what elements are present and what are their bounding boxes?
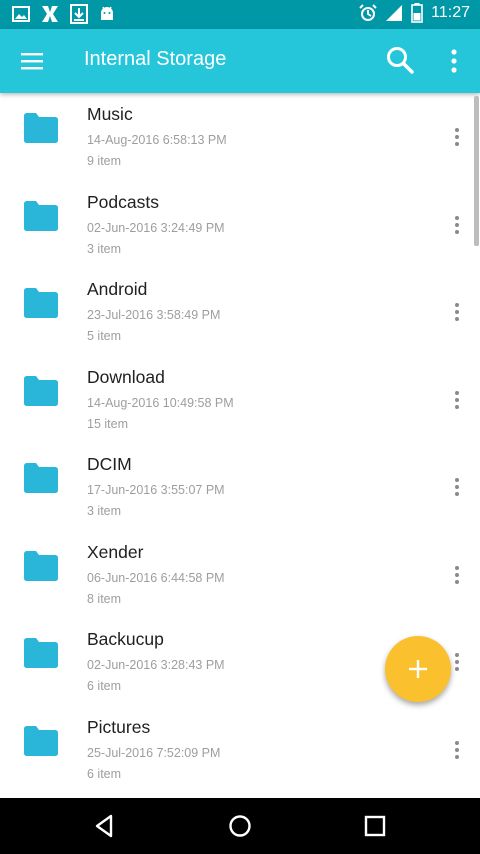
- battery-icon: [411, 3, 423, 23]
- signal-icon: [386, 5, 403, 21]
- more-vert-icon[interactable]: [451, 127, 463, 147]
- folder-name: DCIM: [87, 454, 132, 474]
- folder-date: 02-Jun-2016 3:28:43 PM: [87, 658, 225, 672]
- notification-icons: [12, 4, 116, 24]
- app-bar: Internal Storage: [0, 29, 480, 93]
- list-item-dcim[interactable]: DCIM 17-Jun-2016 3:55:07 PM 3 item: [0, 443, 480, 531]
- status-bar: 11:27: [0, 0, 480, 29]
- folder-item-count: 15 item: [87, 416, 128, 431]
- folder-name: Download: [87, 366, 165, 387]
- alarm-icon: [359, 4, 377, 21]
- android-icon: [101, 6, 113, 20]
- folder-icon: [24, 200, 58, 231]
- more-vert-icon[interactable]: [451, 652, 463, 672]
- folder-date: 02-Jun-2016 3:24:49 PM: [87, 220, 225, 235]
- folder-icon: [24, 288, 58, 318]
- folder-name: Android: [87, 279, 148, 299]
- more-vert-icon[interactable]: [451, 740, 463, 760]
- folder-name: Xender: [87, 541, 144, 562]
- folder-icon: [24, 113, 58, 143]
- add-fab-button[interactable]: [385, 636, 451, 702]
- list-item-music[interactable]: Music 14-Aug-2016 6:58:13 PM 9 item: [0, 93, 480, 181]
- folder-name: Podcasts: [87, 191, 159, 212]
- search-icon[interactable]: [385, 45, 415, 75]
- system-icons: 11:27: [359, 3, 470, 23]
- folder-name: Backucup: [87, 629, 164, 649]
- scrollbar[interactable]: [474, 96, 479, 246]
- folder-item-count: 5 item: [87, 329, 122, 343]
- folder-icon: [24, 550, 58, 581]
- folder-icon: [24, 463, 58, 493]
- folder-icon: [24, 375, 58, 406]
- home-icon[interactable]: [226, 812, 254, 840]
- folder-name: Pictures: [87, 716, 151, 737]
- list-item-android[interactable]: Android 23-Jul-2016 3:58:49 PM 5 item: [0, 268, 480, 356]
- more-vert-icon[interactable]: [451, 215, 463, 235]
- folder-item-count: 8 item: [87, 591, 122, 606]
- more-vert-icon[interactable]: [451, 390, 463, 410]
- image-icon: [12, 6, 30, 22]
- clock-time: 11:27: [431, 4, 470, 21]
- list-item-podcasts[interactable]: Podcasts 02-Jun-2016 3:24:49 PM 3 item: [0, 181, 480, 269]
- recents-icon[interactable]: [361, 812, 389, 840]
- folder-date: 14-Aug-2016 10:49:58 PM: [87, 395, 234, 410]
- folder-icon: [24, 638, 58, 668]
- folder-name: Music: [87, 104, 133, 124]
- hamburger-menu-icon[interactable]: [20, 49, 44, 73]
- download-icon: [70, 4, 88, 24]
- more-vert-icon[interactable]: [451, 302, 463, 322]
- folder-date: 23-Jul-2016 3:58:49 PM: [87, 308, 221, 322]
- back-icon[interactable]: [90, 812, 118, 840]
- folder-date: 17-Jun-2016 3:55:07 PM: [87, 483, 225, 497]
- list-item-download[interactable]: Download 14-Aug-2016 10:49:58 PM 15 item: [0, 356, 480, 444]
- folder-icon: [24, 725, 58, 756]
- more-vert-icon[interactable]: [451, 477, 463, 497]
- more-vert-icon[interactable]: [451, 565, 463, 585]
- folder-date: 06-Jun-2016 6:44:58 PM: [87, 570, 225, 585]
- list-item-xender[interactable]: Xender 06-Jun-2016 6:44:58 PM 8 item: [0, 531, 480, 619]
- folder-item-count: 9 item: [87, 154, 122, 168]
- plus-icon: [409, 660, 427, 678]
- folder-item-count: 3 item: [87, 504, 122, 518]
- folder-date: 14-Aug-2016 6:58:13 PM: [87, 133, 227, 147]
- more-vert-icon[interactable]: [446, 47, 462, 75]
- folder-item-count: 6 item: [87, 679, 122, 693]
- folder-date: 25-Jul-2016 7:52:09 PM: [87, 745, 221, 760]
- folder-item-count: 6 item: [87, 766, 122, 781]
- x-app-icon: [42, 6, 58, 22]
- navigation-bar: [0, 798, 480, 854]
- list-item-pictures[interactable]: Pictures 25-Jul-2016 7:52:09 PM 6 item: [0, 706, 480, 794]
- page-title: Internal Storage: [84, 48, 227, 70]
- folder-item-count: 3 item: [87, 241, 122, 256]
